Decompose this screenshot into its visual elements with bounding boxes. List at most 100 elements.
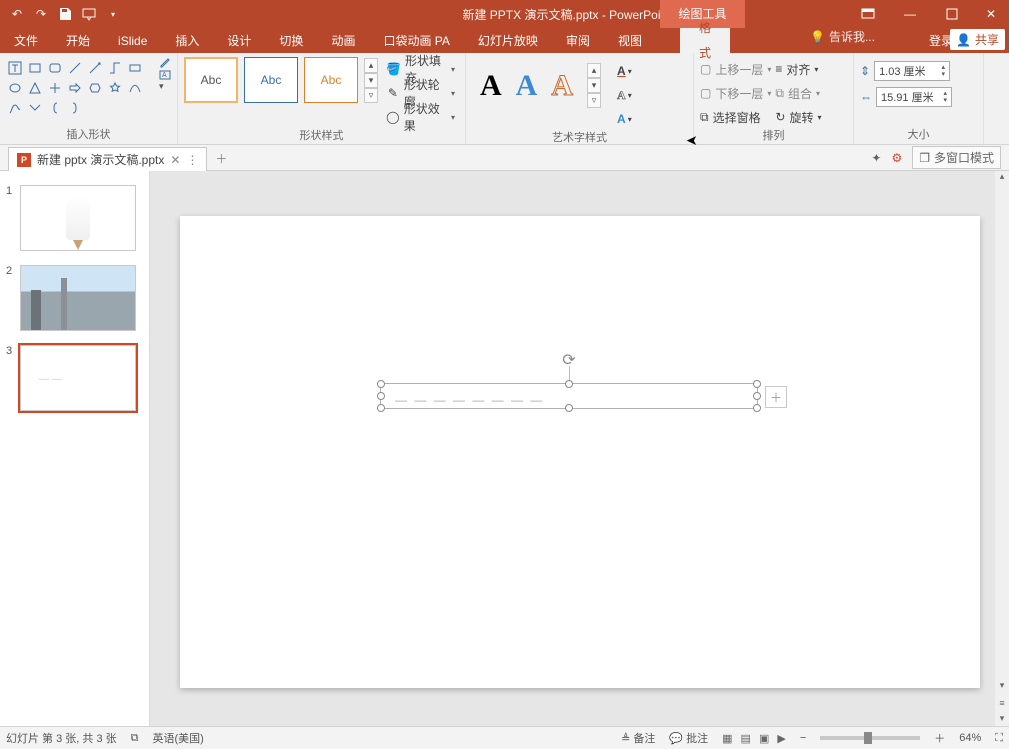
settings-star-icon[interactable]: ✦ [871, 151, 881, 165]
brace-icon[interactable] [46, 99, 64, 117]
send-backward-button[interactable]: ▢下移一层▾ [700, 83, 771, 103]
textbox-content[interactable]: — — — — — — — — [395, 393, 544, 407]
tell-me-search[interactable]: 💡 告诉我... [810, 28, 875, 45]
textbox-insert-button[interactable]: A [159, 69, 171, 81]
close-button[interactable]: ✕ [973, 0, 1009, 28]
tab-home[interactable]: 开始 [52, 28, 104, 53]
flowchart-icon[interactable] [46, 79, 64, 97]
document-tab[interactable]: P 新建 pptx 演示文稿.pptx ✕ ⋮ [8, 147, 207, 171]
slideshow-view-button[interactable]: ▶ [777, 732, 785, 745]
triangle-icon[interactable] [26, 79, 44, 97]
comments-button[interactable]: 批注 [686, 733, 708, 745]
add-placeholder-button[interactable]: ＋ [765, 386, 787, 408]
shape-height-input[interactable]: 1.03 厘米▴▾ [874, 61, 950, 81]
tab-pocket-anim[interactable]: 口袋动画 PA [369, 28, 463, 53]
slide-thumb-2[interactable]: 2 [0, 261, 149, 341]
shapes-gallery[interactable] [6, 57, 155, 117]
reading-view-button[interactable]: ▣ [759, 732, 769, 745]
chevron-icon[interactable] [26, 99, 44, 117]
shape-style-gallery[interactable]: Abc Abc Abc ▴ ▾ ▿ [184, 57, 378, 103]
tab-islide[interactable]: iSlide [104, 28, 161, 53]
undo-button[interactable]: ↶ [6, 3, 28, 25]
fit-to-window-button[interactable]: ⛶ [995, 732, 1003, 745]
qat-dropdown[interactable]: ▾ [102, 3, 124, 25]
shape-style-1[interactable]: Abc [184, 57, 238, 103]
tab-transitions[interactable]: 切换 [265, 28, 317, 53]
shape-style-2[interactable]: Abc [244, 57, 298, 103]
start-slideshow-button[interactable] [78, 3, 100, 25]
ribbon-display-options[interactable] [847, 0, 889, 28]
tab-file[interactable]: 文件 [0, 28, 52, 53]
gallery-up-button[interactable]: ▴ [364, 58, 378, 73]
zoom-level-label[interactable]: 64% [959, 732, 981, 744]
brace2-icon[interactable] [66, 99, 84, 117]
slide-thumbnail-panel[interactable]: 1 2 3 — — [0, 171, 150, 726]
zoom-out-button[interactable]: − [800, 732, 806, 744]
wa-gallery-down[interactable]: ▾ [587, 78, 601, 93]
maximize-button[interactable] [931, 0, 973, 28]
resize-handle-s[interactable] [565, 404, 573, 412]
zoom-slider[interactable] [820, 736, 920, 740]
resize-handle-n[interactable] [565, 380, 573, 388]
rotate-button[interactable]: ↻旋转▾ [775, 107, 821, 127]
spellcheck-icon[interactable]: ⧉ [131, 732, 139, 745]
share-button[interactable]: 👤 共享 [950, 29, 1005, 50]
gallery-down-button[interactable]: ▾ [364, 73, 378, 88]
spin-down-icon[interactable]: ▾ [943, 97, 947, 104]
selection-pane-button[interactable]: ⧉选择窗格 [700, 107, 771, 127]
wordart-gallery[interactable]: A A A ▴ ▾ ▿ [472, 57, 609, 108]
tab-animations[interactable]: 动画 [317, 28, 369, 53]
multi-window-button[interactable]: ❐ 多窗口模式 [912, 146, 1001, 169]
scroll-down-icon[interactable]: ▾ [1000, 680, 1005, 696]
zoom-thumb[interactable] [864, 732, 872, 744]
settings-gear-icon[interactable]: ⚙ [891, 151, 902, 165]
language-label[interactable]: 英语(美国) [153, 730, 204, 746]
line-arrow-icon[interactable] [86, 59, 104, 77]
group-button[interactable]: ⧉组合▾ [775, 83, 821, 103]
tab-format[interactable]: 格式 [680, 28, 730, 53]
shape-style-3[interactable]: Abc [304, 57, 358, 103]
slide-thumb-1[interactable]: 1 [0, 181, 149, 261]
slide-thumb-3[interactable]: 3 — — [0, 341, 149, 421]
arrow-right-icon[interactable] [66, 79, 84, 97]
tab-menu-icon[interactable]: ⋮ [186, 153, 198, 167]
rect2-icon[interactable] [126, 59, 144, 77]
shapes-more-button[interactable]: ▾ [159, 81, 171, 92]
slide-canvas[interactable]: ⟳ — — — — — — — — ＋ [180, 216, 980, 688]
connector-icon[interactable] [106, 59, 124, 77]
hexagon-icon[interactable] [86, 79, 104, 97]
redo-button[interactable]: ↷ [30, 3, 52, 25]
new-tab-button[interactable]: ＋ [207, 147, 235, 170]
tab-insert[interactable]: 插入 [161, 28, 213, 53]
curve-icon[interactable] [126, 79, 144, 97]
resize-handle-e[interactable] [753, 392, 761, 400]
save-button[interactable] [54, 3, 76, 25]
spin-down-icon[interactable]: ▾ [942, 71, 946, 78]
shape-width-input[interactable]: 15.91 厘米▴▾ [876, 87, 952, 107]
tab-design[interactable]: 设计 [213, 28, 265, 53]
text-fill-button[interactable]: A▾ [617, 61, 632, 81]
resize-handle-w[interactable] [377, 392, 385, 400]
tab-view[interactable]: 视图 [604, 28, 656, 53]
text-effects-button[interactable]: A▾ [617, 109, 632, 129]
selected-textbox[interactable]: ⟳ — — — — — — — — ＋ [380, 383, 758, 409]
wordart-style-3[interactable]: A [551, 69, 573, 103]
align-button[interactable]: ≡对齐▾ [775, 59, 821, 79]
vertical-scrollbar[interactable]: ▴ ▾ [995, 171, 1009, 696]
resize-handle-se[interactable] [753, 404, 761, 412]
slide-count-label[interactable]: 幻灯片 第 3 张, 共 3 张 [6, 730, 117, 746]
star-icon[interactable] [106, 79, 124, 97]
zoom-in-button[interactable]: ＋ [934, 730, 945, 746]
line-icon[interactable] [66, 59, 84, 77]
resize-handle-ne[interactable] [753, 380, 761, 388]
sorter-view-button[interactable]: ▤ [741, 732, 751, 745]
rounded-rect-icon[interactable] [46, 59, 64, 77]
wordart-style-2[interactable]: A [516, 69, 538, 103]
rect-shape-icon[interactable] [26, 59, 44, 77]
oval-icon[interactable] [6, 79, 24, 97]
scroll-up-icon[interactable]: ▴ [1000, 171, 1005, 187]
gallery-more-button[interactable]: ▿ [364, 88, 378, 103]
text-outline-button[interactable]: A▾ [617, 85, 632, 105]
freeform-icon[interactable] [6, 99, 24, 117]
edit-shape-button[interactable] [159, 57, 171, 69]
